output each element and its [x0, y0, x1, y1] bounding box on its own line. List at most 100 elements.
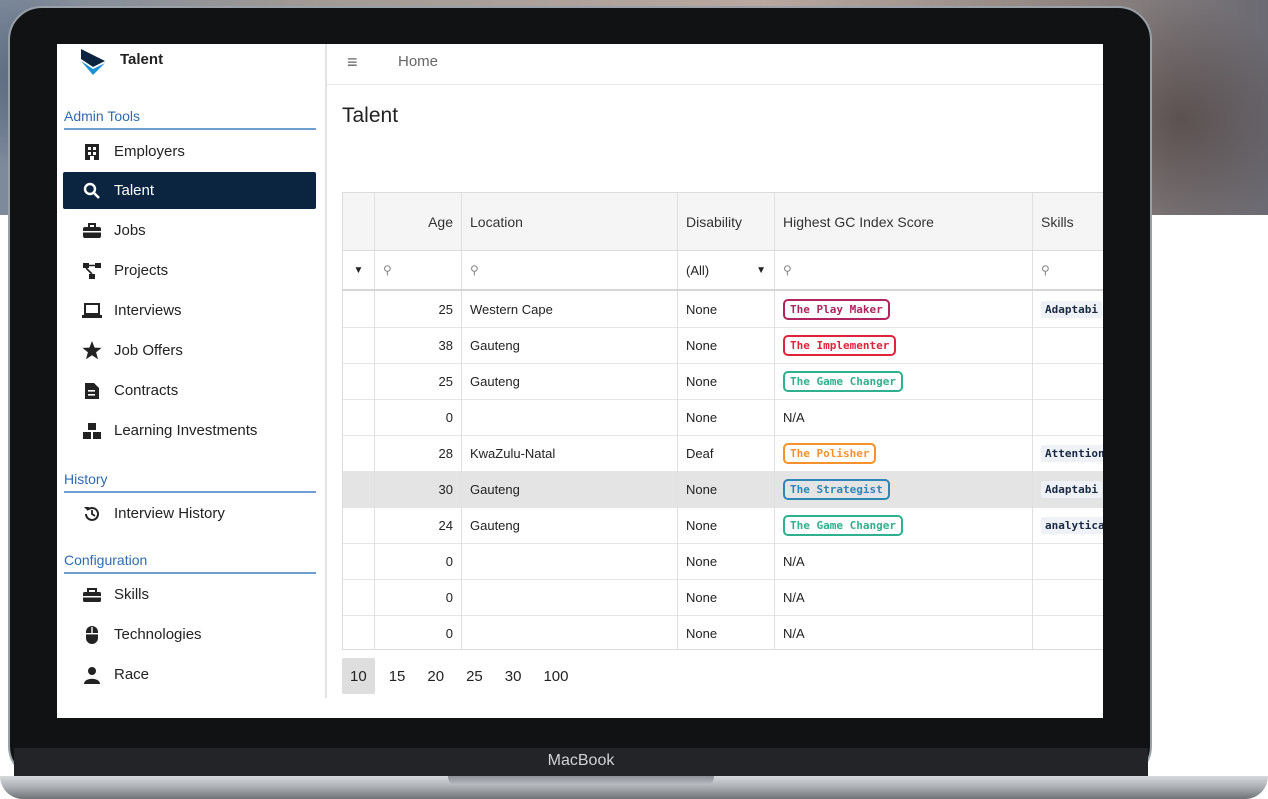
score-cell: The Polisher [775, 435, 1033, 471]
filter-row: ▼ ⚲ ⚲ (All) ▼ ⚲ ⚲ [343, 251, 1103, 291]
page-title: Talent [342, 104, 399, 127]
row-select-cell[interactable] [343, 615, 375, 649]
logo-icon [81, 49, 105, 75]
row-select-cell[interactable] [343, 327, 375, 363]
age-cell: 38 [375, 327, 462, 363]
sitemap-icon [81, 260, 103, 282]
sidebar-item-interview-history[interactable]: Interview History [63, 495, 316, 532]
disability-cell: None [678, 363, 775, 399]
column-header-skills[interactable]: Skills [1033, 193, 1103, 250]
page-size-option[interactable]: 15 [381, 658, 414, 694]
sidebar-item-talent[interactable]: Talent [63, 172, 316, 209]
disability-cell: None [678, 543, 775, 579]
score-cell: The Game Changer [775, 363, 1033, 399]
gc-score-badge: The Strategist [783, 478, 890, 500]
skill-tag: Adaptabi [1041, 300, 1102, 318]
top-bar: ≡ Home [327, 44, 1103, 85]
row-filter-dropdown[interactable]: ▼ [343, 251, 375, 289]
skill-tag: analytica [1041, 516, 1103, 534]
age-filter-input[interactable]: ⚲ [375, 251, 462, 289]
table-row[interactable]: 24 Gauteng None The Game Changer analytica [343, 507, 1103, 544]
row-select-cell[interactable] [343, 543, 375, 579]
building-icon [81, 141, 103, 163]
sidebar-item-skills[interactable]: Skills [63, 576, 316, 613]
header-select-column [343, 193, 375, 250]
skills-filter-input[interactable]: ⚲ [1033, 251, 1103, 289]
laptop-notch [448, 776, 714, 785]
page-size-option[interactable]: 20 [419, 658, 452, 694]
column-header-gc-score[interactable]: Highest GC Index Score [775, 193, 1033, 250]
breadcrumb[interactable]: Home [398, 53, 438, 70]
sidebar-item-job-offers[interactable]: Job Offers [63, 332, 316, 369]
table-row[interactable]: 38 Gauteng None The Implementer [343, 327, 1103, 364]
sidebar-item-race[interactable]: Race [63, 656, 316, 693]
row-select-cell[interactable] [343, 579, 375, 615]
age-cell: 28 [375, 435, 462, 471]
sidebar-item-interviews[interactable]: Interviews [63, 292, 316, 329]
search-icon [81, 180, 103, 202]
location-cell [462, 615, 678, 649]
score-cell: N/A [775, 543, 1033, 579]
app-logo-row[interactable]: Talent [57, 44, 325, 84]
column-header-location[interactable]: Location [462, 193, 678, 250]
row-select-cell[interactable] [343, 507, 375, 543]
column-header-disability[interactable]: Disability [678, 193, 775, 250]
page-size-option[interactable]: 25 [458, 658, 491, 694]
disability-cell: None [678, 471, 775, 507]
table-row[interactable]: 25 Western Cape None The Play Maker Adaptabi [343, 291, 1103, 328]
table-header: Age Location Disability Highest GC Index… [343, 193, 1103, 251]
column-header-age[interactable]: Age [375, 193, 462, 250]
row-select-cell[interactable] [343, 291, 375, 327]
location-filter-input[interactable]: ⚲ [462, 251, 678, 289]
boxes-icon [81, 420, 103, 442]
location-cell: KwaZulu-Natal [462, 435, 678, 471]
sidebar-item-employers[interactable]: Employers [63, 133, 316, 170]
score-cell: N/A [775, 579, 1033, 615]
score-filter-input[interactable]: ⚲ [775, 251, 1033, 289]
skills-cell: Adaptabi [1033, 471, 1103, 507]
age-cell: 0 [375, 615, 462, 649]
age-cell: 25 [375, 363, 462, 399]
sidebar-item-contracts[interactable]: Contracts [63, 372, 316, 409]
skills-cell [1033, 579, 1103, 615]
age-cell: 30 [375, 471, 462, 507]
page-size-option[interactable]: 10 [342, 658, 375, 694]
sidebar-item-technologies[interactable]: Technologies [63, 616, 316, 653]
menu-icon[interactable]: ≡ [347, 52, 358, 73]
table-row[interactable]: 0 None N/A [343, 579, 1103, 616]
location-cell: Gauteng [462, 507, 678, 543]
page-size-option[interactable]: 30 [497, 658, 530, 694]
table-row[interactable]: 0 None N/A [343, 543, 1103, 580]
table-row[interactable]: 0 None N/A [343, 399, 1103, 436]
row-select-cell[interactable] [343, 363, 375, 399]
app-screen: Talent Admin Tools Employers Talent Jobs… [57, 44, 1103, 718]
disability-filter-value: (All) [686, 262, 710, 278]
sidebar-item-learning-investments[interactable]: Learning Investments [63, 412, 316, 449]
sidebar-item-jobs[interactable]: Jobs [63, 212, 316, 249]
row-select-cell[interactable] [343, 471, 375, 507]
sidebar-item-label: Job Offers [114, 342, 183, 359]
skills-cell [1033, 399, 1103, 435]
table-row[interactable]: 25 Gauteng None The Game Changer [343, 363, 1103, 400]
disability-cell: None [678, 291, 775, 327]
row-select-cell[interactable] [343, 399, 375, 435]
sidebar-item-projects[interactable]: Projects [63, 252, 316, 289]
score-cell: N/A [775, 615, 1033, 649]
sidebar-item-label: Technologies [114, 626, 202, 643]
row-select-cell[interactable] [343, 435, 375, 471]
page-size-option[interactable]: 100 [535, 658, 576, 694]
table-row[interactable]: 0 None N/A [343, 615, 1103, 649]
age-cell: 25 [375, 291, 462, 327]
mouse-icon [81, 624, 103, 646]
disability-cell: Deaf [678, 435, 775, 471]
score-cell: The Implementer [775, 327, 1033, 363]
disability-filter-select[interactable]: (All) ▼ [678, 251, 775, 289]
skills-cell: Adaptabi [1033, 291, 1103, 327]
table-row[interactable]: 30 Gauteng None The Strategist Adaptabi [343, 471, 1103, 508]
age-cell: 0 [375, 543, 462, 579]
gc-score-text: N/A [783, 589, 805, 605]
disability-cell: None [678, 579, 775, 615]
section-configuration: Configuration [64, 552, 316, 574]
location-cell [462, 543, 678, 579]
table-row[interactable]: 28 KwaZulu-Natal Deaf The Polisher Attention [343, 435, 1103, 472]
